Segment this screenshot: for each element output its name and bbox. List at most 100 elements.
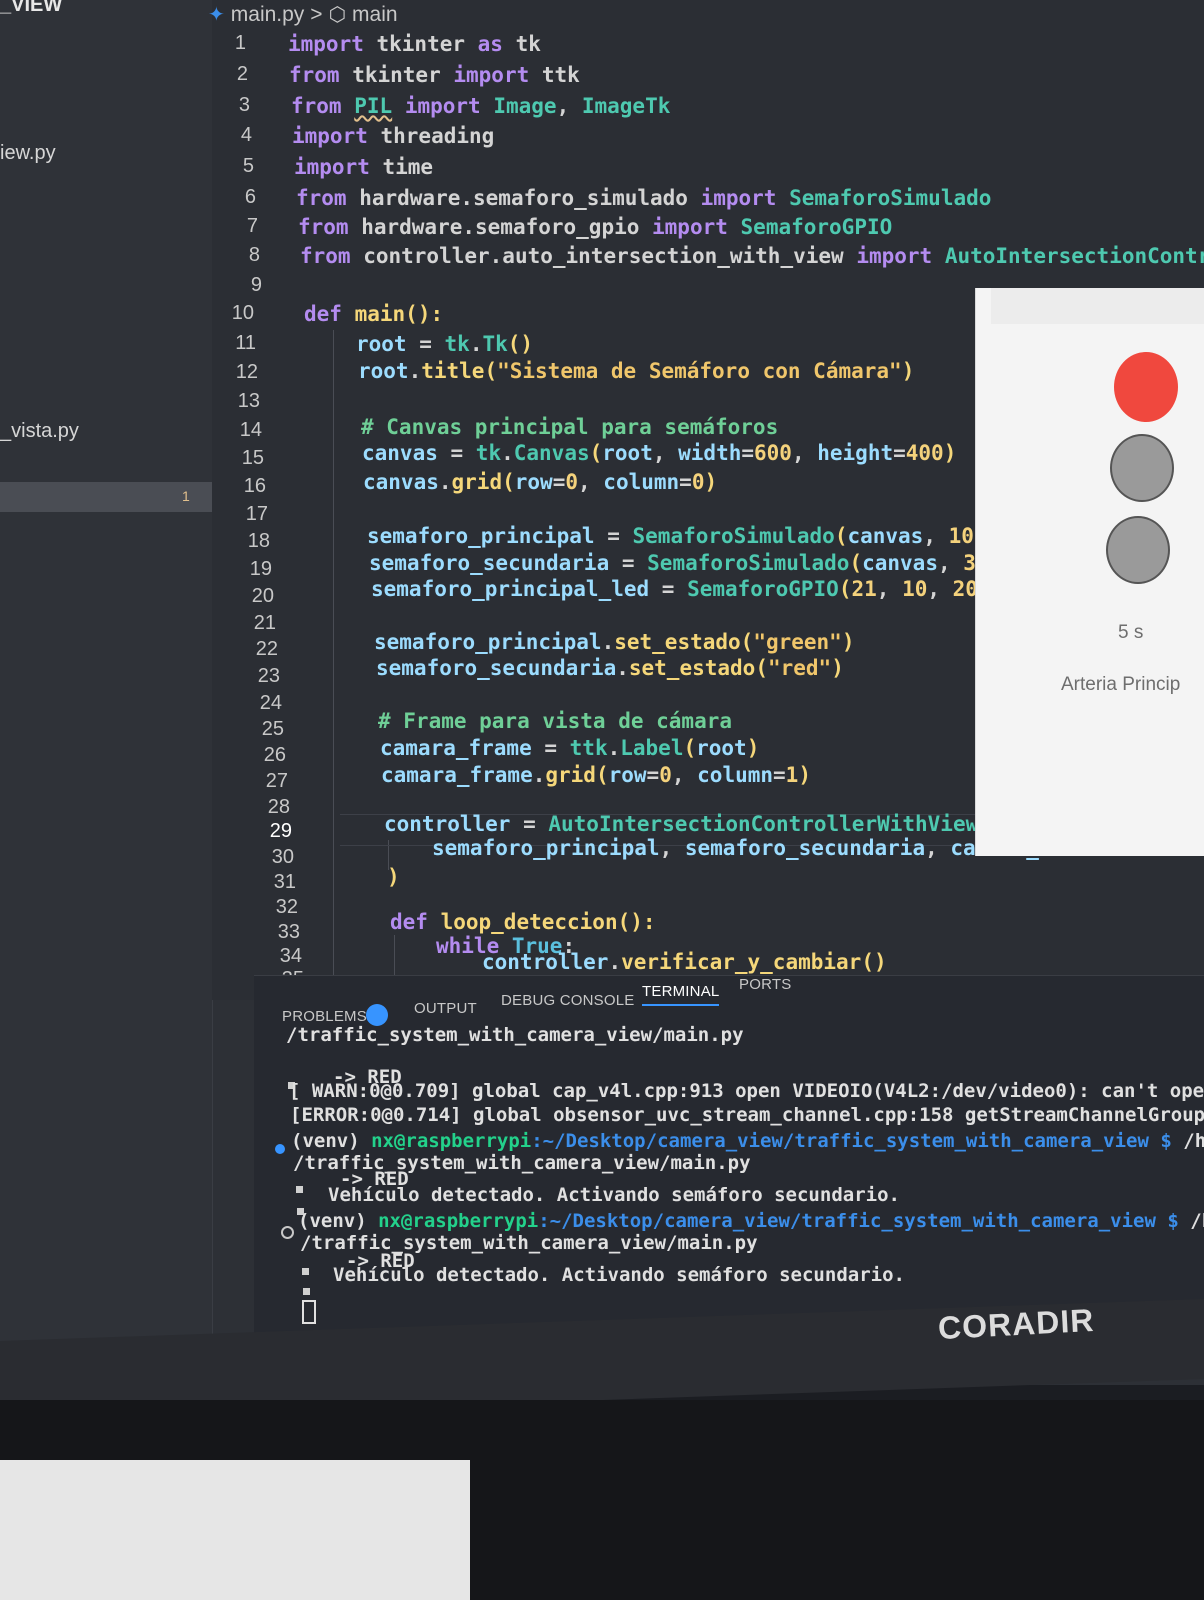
- code-line-31[interactable]: ): [387, 865, 400, 889]
- traffic-light-green: [1106, 516, 1170, 584]
- line-number: 21: [253, 612, 276, 634]
- terminal-user-host: nx@raspberrypi: [378, 1210, 539, 1232]
- token: from: [289, 63, 340, 87]
- code-line-12[interactable]: root.title("Sistema de Semáforo con Cáma…: [358, 359, 914, 383]
- line-number: 19: [249, 558, 272, 580]
- token: main: [354, 302, 406, 326]
- code-line-10[interactable]: def main():: [304, 302, 443, 326]
- line-number: 28: [267, 796, 290, 818]
- token: # Canvas principal para semáforos: [361, 415, 779, 439]
- tab-terminal[interactable]: TERMINAL: [642, 983, 720, 1006]
- line-number: 16: [243, 475, 266, 497]
- terminal-text: /traffic_system_with_camera_view/main.py: [286, 1024, 744, 1046]
- token: ): [831, 656, 844, 680]
- token: (): [861, 950, 887, 974]
- code-line-6[interactable]: from hardware.semaforo_simulado import S…: [296, 186, 991, 210]
- explorer-file-view-py[interactable]: iew.py: [0, 142, 56, 165]
- tab-problems[interactable]: PROBLEMS: [282, 1008, 367, 1025]
- terminal-cursor[interactable]: [302, 1300, 316, 1324]
- code-line-11[interactable]: root = tk.Tk(): [356, 332, 533, 356]
- token: Canvas: [513, 441, 590, 465]
- token: as: [477, 32, 503, 56]
- code-line-5[interactable]: import time: [294, 155, 433, 179]
- code-line-29[interactable]: controller = AutoIntersectionControllerW…: [384, 812, 991, 836]
- code-line-19[interactable]: semaforo_secundaria = SemaforoSimulado(c…: [369, 551, 1064, 575]
- line-number: 27: [265, 770, 288, 792]
- token: =: [594, 524, 633, 548]
- code-line-35[interactable]: controller.verificar_y_cambiar(): [482, 950, 887, 974]
- token: SemaforoGPIO: [687, 577, 839, 601]
- token: ,: [925, 836, 951, 860]
- line-number: 12: [235, 361, 258, 383]
- token: semaforo_principal: [432, 836, 660, 860]
- line-number: 8: [248, 244, 260, 266]
- code-line-18[interactable]: semaforo_principal = SemaforoSimulado(ca…: [367, 524, 1062, 548]
- explorer-file-vista-py[interactable]: _vista.py: [0, 420, 79, 443]
- line-number: 9: [250, 274, 262, 296]
- code-line-2[interactable]: from tkinter import ttk: [289, 63, 580, 87]
- token: =: [679, 470, 692, 494]
- tkinter-app-window[interactable]: 5 s Arteria Princip: [975, 288, 1204, 856]
- token: ,: [671, 763, 698, 787]
- traffic-light-yellow: [1110, 434, 1174, 502]
- token: 0: [659, 763, 672, 787]
- code-line-20[interactable]: semaforo_principal_led = SemaforoGPIO(21…: [371, 577, 991, 601]
- code-line-27[interactable]: camara_frame.grid(row=0, column=1): [381, 763, 811, 787]
- python-file-icon: ✦: [208, 4, 225, 26]
- token: =: [649, 577, 688, 601]
- code-line-23[interactable]: semaforo_secundaria.set_estado("red"): [376, 656, 844, 680]
- token: (: [484, 359, 498, 383]
- token: SemaforoGPIO: [740, 215, 893, 239]
- token: row: [514, 470, 553, 494]
- breadcrumb-file[interactable]: main.py: [231, 3, 305, 27]
- token: AutoIntersectionControllerWithView: [548, 812, 979, 836]
- token: .: [501, 441, 514, 465]
- tab-debug-console[interactable]: DEBUG CONSOLE: [501, 992, 634, 1009]
- code-line-33[interactable]: def loop_deteccion():: [390, 910, 656, 934]
- code-line-26[interactable]: camara_frame = ttk.Label(root): [380, 736, 759, 760]
- code-line-22[interactable]: semaforo_principal.set_estado("green"): [374, 630, 855, 654]
- code-line-14[interactable]: # Canvas principal para semáforos: [361, 415, 778, 439]
- code-line-4[interactable]: import threading: [292, 124, 494, 148]
- code-line-25[interactable]: # Frame para vista de cámara: [378, 709, 732, 733]
- indent-guide: [333, 330, 334, 990]
- token: "Sistema de Semáforo con Cámara": [497, 359, 902, 383]
- line-number: 24: [259, 692, 282, 714]
- breadcrumb-symbol[interactable]: main: [352, 3, 398, 27]
- token: =: [773, 763, 786, 787]
- code-line-3[interactable]: from PIL import Image, ImageTk: [291, 94, 670, 118]
- token: import: [652, 215, 728, 239]
- token: camara_frame: [380, 736, 532, 760]
- token: ttk: [529, 63, 580, 87]
- token: tkinter: [363, 32, 478, 56]
- explorer-section-view[interactable]: _VIEW: [0, 0, 62, 17]
- breadcrumb: ✦ main.py > ⬡ main: [208, 2, 398, 27]
- code-line-16[interactable]: canvas.grid(row=0, column=0): [363, 470, 717, 494]
- code-line-8[interactable]: from controller.auto_intersection_with_v…: [300, 244, 1204, 268]
- code-line-15[interactable]: canvas = tk.Canvas(root, width=600, heig…: [362, 441, 956, 465]
- token: AutoIntersectionController: [944, 244, 1204, 268]
- terminal-marker: [302, 1268, 309, 1275]
- code-line-1[interactable]: import tkinter as tk: [288, 32, 541, 56]
- token: canvas: [362, 441, 438, 465]
- tab-ports[interactable]: PORTS: [739, 976, 791, 993]
- app-titlebar[interactable]: [991, 288, 1204, 324]
- token: set_estado: [628, 656, 756, 680]
- explorer-selected-row[interactable]: [0, 482, 212, 512]
- token: =: [893, 441, 906, 465]
- terminal-text: (venv): [291, 1130, 372, 1152]
- token: (: [589, 441, 603, 465]
- tab-output[interactable]: OUTPUT: [414, 1000, 477, 1017]
- code-line-7[interactable]: from hardware.semaforo_gpio import Semaf…: [298, 215, 892, 239]
- token: =: [510, 812, 549, 836]
- token: ): [746, 736, 760, 760]
- token: SemaforoSimulado: [632, 524, 835, 548]
- terminal-line: [ WARN:0@0.709] global cap_v4l.cpp:913 o…: [289, 1080, 1204, 1102]
- breadcrumb-separator: >: [310, 2, 323, 26]
- line-number: 13: [237, 390, 260, 412]
- token: semaforo_principal: [367, 524, 595, 548]
- token: semaforo_principal_led: [371, 577, 650, 601]
